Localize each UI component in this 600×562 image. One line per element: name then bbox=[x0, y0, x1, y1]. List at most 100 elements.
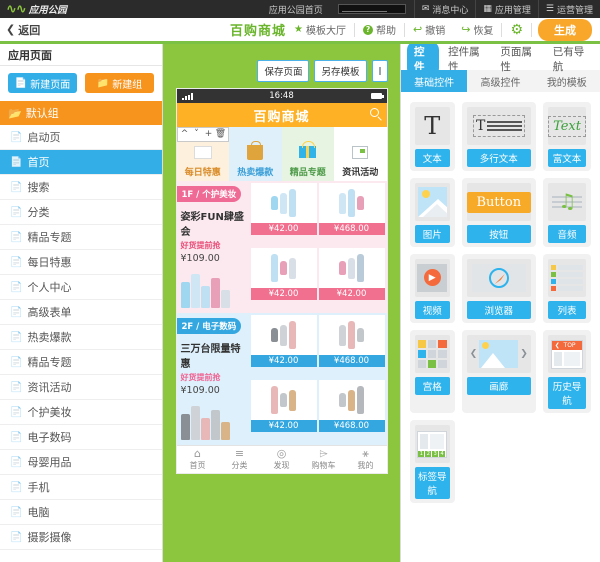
product-price: ¥42.00 bbox=[250, 355, 317, 367]
widget-card-gallery[interactable]: ❮ ❯ 画廊 bbox=[461, 330, 537, 413]
sidebar-item-14[interactable]: 📄 手机 bbox=[0, 475, 162, 500]
category-item[interactable]: 热卖爆款 bbox=[229, 127, 282, 181]
category-item[interactable]: 精品专题 bbox=[281, 127, 334, 181]
widget-card-grid[interactable]: 宫格 bbox=[410, 330, 455, 413]
widget-card-button[interactable]: Button 按钮 bbox=[461, 178, 537, 247]
sidebar-item-8[interactable]: 📄 热卖爆款 bbox=[0, 325, 162, 350]
brand-logo[interactable]: ∿∿ 应用公园 bbox=[0, 2, 67, 17]
product-cell[interactable]: ¥42.00 bbox=[250, 183, 317, 235]
product-cell[interactable]: ¥42.00 bbox=[250, 315, 317, 367]
product-cell[interactable]: ¥468.00 bbox=[318, 183, 385, 235]
page-icon: 📄 bbox=[10, 456, 23, 468]
widget-label: 视频 bbox=[415, 301, 450, 319]
tabbar-item-label: 我的 bbox=[357, 461, 374, 470]
main-area: 应用页面 📄 新建页面 📁 新建组 📂 默认组 📄 启动页 📄 首页 📄 搜索 📄 分类 📄 精品… bbox=[0, 41, 600, 562]
topbar-item-app-management[interactable]: ▦ 应用管理 bbox=[475, 0, 538, 18]
sidebar-item-5[interactable]: 📄 每日特惠 bbox=[0, 250, 162, 275]
product-cell[interactable]: ¥468.00 bbox=[318, 315, 385, 367]
trash-icon[interactable]: 🗑 bbox=[215, 127, 227, 142]
tabbar-item-4[interactable]: ⚹ 我的 bbox=[345, 446, 387, 473]
topbar-search-input[interactable] bbox=[337, 4, 406, 14]
preview-button[interactable] bbox=[371, 60, 388, 82]
widget-panel: 控件 控件属性 页面属性 已有导航 基础控件 高级控件 我的模板 T 文本 T 多行文本 Text… bbox=[400, 41, 600, 562]
sidebar-item-label: 个护美妆 bbox=[27, 406, 72, 419]
product-cell[interactable]: ¥42.00 bbox=[250, 380, 317, 432]
chevron-up-icon[interactable]: ^ bbox=[179, 127, 191, 142]
new-group-button[interactable]: 📁 新建组 bbox=[85, 73, 154, 93]
topbar-home-link[interactable]: 应用公园首页 bbox=[262, 0, 330, 18]
sidebar-item-16[interactable]: 📄 摄影摄像 bbox=[0, 525, 162, 550]
widget-card-text[interactable]: T 文本 bbox=[410, 102, 455, 171]
sidebar-item-7[interactable]: 📄 高级表单 bbox=[0, 300, 162, 325]
sidebar-item-15[interactable]: 📄 电脑 bbox=[0, 500, 162, 525]
page-icon: 📄 bbox=[10, 406, 23, 418]
topbar-item-messages[interactable]: ✉ 消息中心 bbox=[413, 0, 476, 18]
sidebar-item-0[interactable]: 📄 启动页 bbox=[0, 125, 162, 150]
chevron-down-icon[interactable]: ˅ bbox=[191, 127, 203, 142]
widget-label: 列表 bbox=[548, 301, 586, 319]
widget-card-image[interactable]: 图片 bbox=[410, 178, 455, 247]
widget-card-history-nav[interactable]: ❮ TOP 历史导航 bbox=[543, 330, 591, 413]
sidebar-item-2[interactable]: 📄 搜索 bbox=[0, 175, 162, 200]
widget-card-list[interactable]: 列表 bbox=[543, 254, 591, 323]
tabbar-item-3[interactable]: ⌲ 购物车 bbox=[303, 446, 345, 473]
panel-subtab-2[interactable]: 我的模板 bbox=[534, 70, 600, 92]
plus-icon[interactable]: + bbox=[203, 127, 215, 142]
product-cell[interactable]: ¥468.00 bbox=[318, 380, 385, 432]
tabbar-item-2[interactable]: ◎ 发现 bbox=[261, 446, 303, 473]
widget-card-audio[interactable]: ♫ 音频 bbox=[543, 178, 591, 247]
tabbar-item-1[interactable]: ≡ 分类 bbox=[219, 446, 261, 473]
sidebar-item-12[interactable]: 📄 电子数码 bbox=[0, 425, 162, 450]
sidebar-item-10[interactable]: 📄 资讯活动 bbox=[0, 375, 162, 400]
new-page-button[interactable]: 📄 新建页面 bbox=[8, 73, 77, 93]
sidebar-item-6[interactable]: 📄 个人中心 bbox=[0, 275, 162, 300]
generate-button[interactable]: 生成 bbox=[538, 18, 592, 41]
sidebar-item-1[interactable]: 📄 首页 bbox=[0, 150, 162, 175]
product-image bbox=[319, 315, 385, 355]
product-thumb bbox=[271, 254, 278, 282]
sidebar-group-default[interactable]: 📂 默认组 bbox=[0, 101, 162, 125]
product-thumb bbox=[339, 324, 346, 346]
widget-card-tab-nav[interactable]: 1 2 3 4 标签导航 bbox=[410, 420, 455, 503]
redo-button[interactable]: ↪ 恢复 bbox=[453, 22, 503, 37]
category-item[interactable]: 资讯活动 bbox=[334, 127, 387, 181]
help-button[interactable]: ? 帮助 bbox=[355, 22, 405, 37]
sidebar-item-label: 高级表单 bbox=[27, 306, 72, 319]
save-template-button[interactable]: 另存模板 bbox=[314, 60, 367, 82]
sidebar-item-4[interactable]: 📄 精品专题 bbox=[0, 225, 162, 250]
widget-card-video[interactable]: ▶ 视频 bbox=[410, 254, 455, 323]
status-time: 16:48 bbox=[269, 91, 294, 101]
product-image bbox=[251, 380, 317, 420]
widget-card-browser[interactable]: 浏览器 bbox=[461, 254, 537, 323]
save-page-button[interactable]: 保存页面 bbox=[257, 60, 310, 82]
phone-tabbar: ⌂ 首页 ≡ 分类 ◎ 发现 ⌲ 购物车 ⚹ 我的 bbox=[176, 445, 387, 473]
product-price: ¥42.00 bbox=[250, 288, 317, 300]
floor-subtitle: 好货提前抢 bbox=[180, 373, 221, 382]
sidebar-item-11[interactable]: 📄 个护美妆 bbox=[0, 400, 162, 425]
tabbar-item-0[interactable]: ⌂ 首页 bbox=[177, 446, 219, 473]
template-hall-button[interactable]: ★ 模板大厅 bbox=[286, 22, 355, 37]
phone-frame: 16:48 百购商城 ^ ˅ + 🗑 每日特惠 热卖爆款 精品专题 资讯活动 1… bbox=[175, 88, 388, 474]
sidebar-item-9[interactable]: 📄 精品专题 bbox=[0, 350, 162, 375]
product-cell[interactable]: ¥42.00 bbox=[250, 248, 317, 300]
sidebar-item-13[interactable]: 📄 母婴用品 bbox=[0, 450, 162, 475]
global-topbar: ∿∿ 应用公园 应用公园首页 ✉ 消息中心 ▦ 应用管理 ☰ 运营管理 bbox=[0, 0, 600, 18]
widget-card-multiline-text[interactable]: T 多行文本 bbox=[461, 102, 537, 171]
panel-subtab-0[interactable]: 基础控件 bbox=[401, 70, 468, 92]
sidebar-item-3[interactable]: 📄 分类 bbox=[0, 200, 162, 225]
page-icon: 📄 bbox=[10, 131, 23, 143]
sidebar-item-label: 搜索 bbox=[27, 181, 50, 194]
category-label: 资讯活动 bbox=[342, 168, 379, 178]
widget-card-rich-text[interactable]: Text 富文本 bbox=[543, 102, 591, 171]
settings-button[interactable]: ⚙ bbox=[502, 22, 532, 38]
product-cell[interactable]: ¥42.00 bbox=[318, 248, 385, 300]
app-header: 百购商城 bbox=[176, 103, 387, 127]
panel-subtab-1[interactable]: 高级控件 bbox=[467, 70, 533, 92]
topbar-item-operations[interactable]: ☰ 运营管理 bbox=[537, 0, 600, 18]
back-button[interactable]: ❮ 返回 bbox=[0, 22, 40, 38]
search-icon[interactable] bbox=[369, 108, 379, 117]
tab-nav-icon: 1234 bbox=[415, 425, 450, 463]
widget-grid: T 文本 T 多行文本 Text 富文本图片 Button 按钮 ♫ 音频 ▶ 视频 浏览器 列表宫格 ❮ ❯… bbox=[401, 92, 600, 513]
widget-label: 音频 bbox=[548, 225, 586, 243]
undo-button[interactable]: ↩ 撤销 bbox=[405, 23, 453, 37]
